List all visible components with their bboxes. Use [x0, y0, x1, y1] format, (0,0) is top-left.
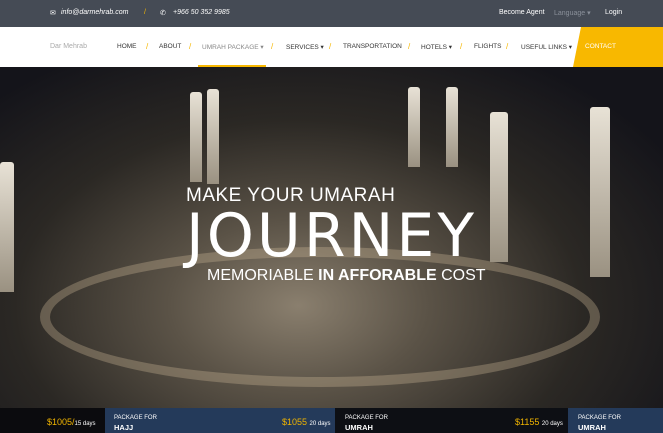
- nav-hotels[interactable]: HOTELS ▾: [421, 43, 452, 51]
- divider: /: [146, 42, 149, 51]
- nav-home[interactable]: HOME: [117, 43, 137, 50]
- nav-useful-links[interactable]: USEFUL LINKS ▾: [521, 43, 572, 51]
- hero-text: MEMORIABLE: [207, 267, 314, 284]
- price: $1055: [282, 417, 308, 427]
- email-link[interactable]: info@darmehrab.com: [61, 9, 128, 16]
- minaret-image: [590, 107, 610, 277]
- nav-transportation[interactable]: TRANSPORTATION: [343, 43, 402, 50]
- package-card-umrah-2[interactable]: PACKAGE FOR UMRAH: [568, 408, 663, 433]
- hero-text-bold: IN AFFORABLE: [318, 267, 437, 284]
- duration: 20 days: [541, 421, 563, 427]
- package-card-umrah[interactable]: PACKAGE FOR UMRAH $1155 20 days: [335, 408, 568, 433]
- login-link[interactable]: Login: [605, 9, 622, 16]
- phone-icon: ✆: [160, 10, 166, 17]
- minaret-image: [408, 87, 420, 167]
- divider: /: [506, 42, 509, 51]
- minaret-image: [490, 112, 508, 262]
- minaret-image: [0, 162, 14, 292]
- top-bar: ✉ info@darmehrab.com / ✆ +966 50 352 998…: [0, 0, 663, 27]
- nav-flights[interactable]: FLIGHTS: [474, 43, 501, 50]
- hero-banner: MAKE YOUR UMARAH JOURNEY MEMORIABLE IN A…: [0, 67, 663, 408]
- divider: /: [329, 42, 332, 51]
- contact-button[interactable]: CONTACT: [573, 27, 663, 67]
- package-label: PACKAGE FOR: [578, 415, 621, 421]
- package-name: HAJJ: [114, 423, 134, 432]
- nav-umrah-package[interactable]: UMRAH PACKAGE ▾: [202, 43, 264, 51]
- price: $1155: [515, 417, 540, 427]
- minaret-image: [207, 89, 219, 184]
- package-label: PACKAGE FOR: [114, 415, 157, 421]
- divider: /: [144, 9, 146, 16]
- contact-label: CONTACT: [585, 43, 616, 50]
- package-price-hajj[interactable]: $1005/15 days: [0, 408, 105, 433]
- package-strip: $1005/15 days PACKAGE FOR HAJJ $1055 20 d…: [0, 408, 663, 433]
- nav-about[interactable]: ABOUT: [159, 43, 181, 50]
- duration: 15 days: [74, 421, 96, 427]
- hero-line-3: MEMORIABLE IN AFFORABLE COST: [207, 267, 486, 285]
- hero-text: COST: [441, 267, 486, 284]
- hero-title: JOURNEY: [186, 201, 477, 271]
- package-card-hajj[interactable]: PACKAGE FOR HAJJ $1055 20 days: [105, 408, 335, 433]
- divider: /: [271, 42, 274, 51]
- price: $1005/: [47, 417, 75, 427]
- main-nav: Dar Mehrab HOME / ABOUT / UMRAH PACKAGE …: [0, 27, 663, 67]
- package-name: UMRAH: [578, 423, 606, 432]
- phone-link[interactable]: +966 50 352 9985: [173, 9, 230, 16]
- minaret-image: [446, 87, 458, 167]
- mail-icon: ✉: [50, 10, 56, 17]
- minaret-image: [190, 92, 202, 182]
- divider: /: [460, 42, 463, 51]
- package-name: UMRAH: [345, 423, 373, 432]
- nav-services[interactable]: SERVICES ▾: [286, 43, 324, 51]
- divider: /: [189, 42, 192, 51]
- brand-logo[interactable]: Dar Mehrab: [50, 43, 87, 50]
- language-select[interactable]: Language ▾: [554, 9, 591, 17]
- duration: 20 days: [309, 421, 331, 427]
- become-agent-link[interactable]: Become Agent: [499, 9, 545, 16]
- divider: /: [408, 42, 411, 51]
- package-label: PACKAGE FOR: [345, 415, 388, 421]
